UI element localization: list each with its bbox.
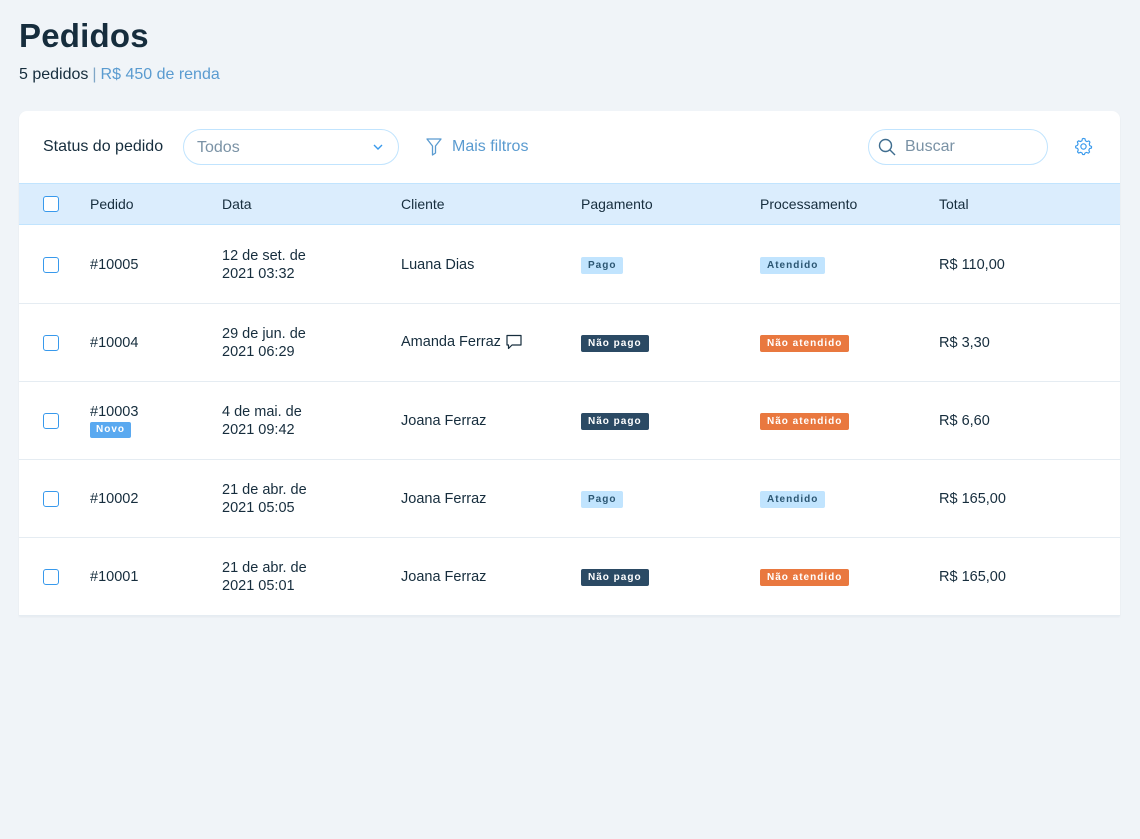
order-number: #10003 [90, 404, 139, 420]
order-total: R$ 6,60 [939, 413, 990, 429]
order-total: R$ 3,30 [939, 335, 990, 351]
column-client[interactable]: Cliente [401, 196, 445, 212]
client-name: Luana Dias [401, 257, 475, 273]
order-total: R$ 165,00 [939, 569, 1006, 585]
order-date-day: 4 de mai. de [222, 404, 302, 420]
search-icon [878, 138, 896, 156]
chevron-down-icon [373, 144, 383, 150]
status-filter-value: Todos [197, 139, 240, 156]
column-processing[interactable]: Processamento [760, 196, 857, 212]
order-date-day: 29 de jun. de [222, 326, 306, 342]
column-total[interactable]: Total [939, 196, 969, 212]
row-checkbox[interactable] [43, 491, 59, 507]
order-total: R$ 110,00 [939, 257, 1005, 273]
orders-table-card: Status do pedido Todos Mais filtros Busc… [19, 111, 1120, 616]
payment-status-badge: Pago [581, 491, 624, 508]
payment-status-badge: Pago [581, 257, 624, 274]
processing-status-badge: Atendido [760, 491, 826, 508]
order-date: 21 de abr. de 2021 05:05 [222, 481, 342, 517]
processing-status-badge: Não atendido [760, 413, 850, 430]
order-date-time: 2021 05:05 [222, 500, 295, 516]
column-order[interactable]: Pedido [90, 196, 134, 212]
client-name: Joana Ferraz [401, 413, 487, 429]
order-number: #10005 [90, 257, 139, 273]
processing-status-badge: Não atendido [760, 569, 850, 586]
order-date-time: 2021 09:42 [222, 422, 295, 438]
order-date: 12 de set. de 2021 03:32 [222, 247, 342, 283]
table-toolbar: Status do pedido Todos Mais filtros [19, 111, 1120, 183]
table-row[interactable]: #10001 21 de abr. de 2021 05:01 Joana Fe… [19, 538, 1120, 616]
orders-summary: 5 pedidos | R$ 450 de renda [19, 66, 220, 84]
orders-page: Pedidos 5 pedidos | R$ 450 de renda Status… [0, 0, 1140, 839]
order-date-day: 21 de abr. de [222, 482, 307, 498]
order-date-time: 2021 06:29 [222, 344, 295, 360]
more-filters-button[interactable]: Mais filtros [426, 135, 528, 159]
order-number: #10004 [90, 335, 139, 351]
order-cell: #10003 Novo [90, 404, 138, 438]
order-date: 29 de jun. de 2021 06:29 [222, 325, 342, 361]
page-title: Pedidos [19, 17, 149, 54]
order-date-time: 2021 03:32 [222, 266, 295, 282]
order-total: R$ 165,00 [939, 491, 1006, 507]
table-row[interactable]: #10004 29 de jun. de 2021 06:29 Amanda F… [19, 304, 1120, 382]
select-all-checkbox[interactable] [43, 196, 59, 212]
chat-bubble-icon[interactable] [505, 334, 523, 350]
client-name: Amanda Ferraz [401, 334, 501, 350]
row-checkbox[interactable] [43, 569, 59, 585]
table-row[interactable]: #10002 21 de abr. de 2021 05:05 Joana Fe… [19, 460, 1120, 538]
filter-icon [426, 138, 442, 156]
client-name: Joana Ferraz [401, 491, 487, 507]
income-total: R$ 450 de renda [100, 66, 220, 83]
table-row[interactable]: #10003 Novo 4 de mai. de 2021 09:42 Joan… [19, 382, 1120, 460]
payment-status-badge: Não pago [581, 413, 649, 430]
row-checkbox[interactable] [43, 257, 59, 273]
new-order-badge: Novo [90, 422, 131, 438]
column-payment[interactable]: Pagamento [581, 196, 653, 212]
search-box [868, 129, 1048, 165]
order-number: #10001 [90, 569, 139, 585]
payment-status-badge: Não pago [581, 569, 649, 586]
status-filter-dropdown[interactable]: Todos [183, 129, 399, 165]
order-date-day: 21 de abr. de [222, 560, 307, 576]
client-cell: Amanda Ferraz [401, 334, 523, 350]
payment-status-badge: Não pago [581, 335, 649, 352]
status-filter-label: Status do pedido [43, 138, 164, 155]
row-checkbox[interactable] [43, 413, 59, 429]
order-date-time: 2021 05:01 [222, 578, 295, 594]
order-date: 21 de abr. de 2021 05:01 [222, 559, 342, 595]
search-input[interactable] [905, 136, 1040, 158]
table-header: Pedido Data Cliente Pagamento Processame… [19, 183, 1120, 225]
gear-icon[interactable] [1074, 137, 1093, 156]
row-checkbox[interactable] [43, 335, 59, 351]
processing-status-badge: Atendido [760, 257, 826, 274]
table-row[interactable]: #10005 12 de set. de 2021 03:32 Luana Di… [19, 226, 1120, 304]
more-filters-label: Mais filtros [452, 138, 529, 155]
processing-status-badge: Não atendido [760, 335, 850, 352]
order-date-day: 12 de set. de [222, 248, 306, 264]
client-name: Joana Ferraz [401, 569, 487, 585]
summary-separator: | [92, 66, 97, 83]
column-date[interactable]: Data [222, 196, 252, 212]
order-date: 4 de mai. de 2021 09:42 [222, 403, 342, 439]
order-number: #10002 [90, 491, 139, 507]
order-count: 5 pedidos [19, 66, 89, 83]
